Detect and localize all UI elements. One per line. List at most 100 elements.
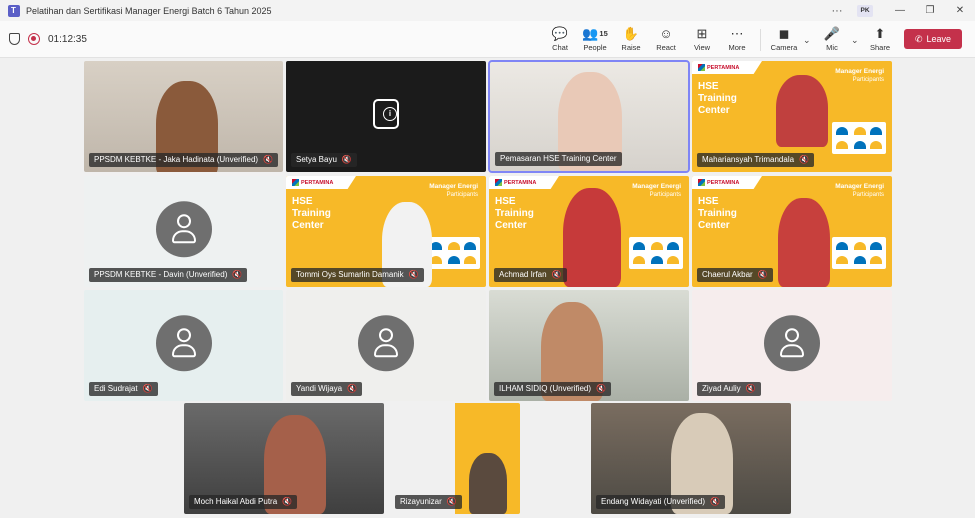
mic-off-icon: 🔇 xyxy=(347,384,358,393)
minimize-button[interactable]: — xyxy=(885,0,915,21)
participant-name-tag: Yandi Wijaya 🔇 xyxy=(291,382,363,396)
participant-name-tag: Moch Haikal Abdi Putra 🔇 xyxy=(189,495,298,509)
brand-illustration xyxy=(629,237,683,269)
participant-tile[interactable]: Moch Haikal Abdi Putra 🔇 xyxy=(184,403,384,514)
mic-off-icon: 🔇 xyxy=(799,155,810,164)
avatar-icon xyxy=(155,200,212,257)
mic-label: Mic xyxy=(826,43,838,52)
participant-name: Mahariansyah Trimandala xyxy=(702,155,795,164)
participant-video xyxy=(778,198,830,287)
camera-options-chevron-icon[interactable]: ⌄ xyxy=(803,35,811,46)
more-button[interactable]: ⋯ More xyxy=(717,26,757,56)
brand-illustration xyxy=(832,237,886,269)
shield-icon[interactable] xyxy=(9,33,20,45)
mic-off-icon: 🔇 xyxy=(232,270,243,279)
recording-icon xyxy=(28,33,40,45)
participant-name-tag: Endang Widayati (Unverified) 🔇 xyxy=(596,495,726,509)
brand-corner-text: Manager Energi Participants xyxy=(835,183,884,198)
participant-name-tag: Achmad Irfan 🔇 xyxy=(494,268,567,282)
participant-name: Ziyad Auliy xyxy=(702,384,741,393)
mic-off-icon: 🔇 xyxy=(282,497,293,506)
close-button[interactable]: ✕ xyxy=(945,0,975,21)
pertamina-logo: PERTAMINA xyxy=(698,179,739,186)
window-more-button[interactable]: ··· xyxy=(823,5,851,17)
chat-button[interactable]: 💬 Chat xyxy=(540,26,580,56)
brand-title: HSE Training Center xyxy=(698,81,737,116)
mic-off-icon: 🔇 xyxy=(551,270,562,279)
brand-illustration xyxy=(426,237,480,269)
raise-label: Raise xyxy=(621,43,641,52)
participant-name: PPSDM KEBTKE - Jaka Hadinata (Unverified… xyxy=(94,155,259,164)
participant-tile[interactable]: Endang Widayati (Unverified) 🔇 xyxy=(591,403,791,514)
participant-tile[interactable]: PERTAMINA Manager Energi Participants HSE… xyxy=(286,176,486,287)
smile-icon: ☺ xyxy=(659,26,673,41)
mic-off-icon: 🔇 xyxy=(446,497,457,506)
participant-name-tag: Setya Bayu 🔇 xyxy=(291,153,357,167)
user-avatar[interactable]: PK xyxy=(857,4,873,17)
participant-tile[interactable]: Pemasaran HSE Training Center xyxy=(488,60,690,173)
participant-tile[interactable]: Ziyad Auliy 🔇 xyxy=(692,290,892,401)
participant-video xyxy=(776,75,828,147)
people-count: 15 xyxy=(599,29,608,38)
chat-icon: 💬 xyxy=(551,26,569,41)
mic-off-icon: 🔇 xyxy=(408,270,419,279)
participant-name: Rizayunizar xyxy=(400,497,442,506)
title-bar: Pelatihan dan Sertifikasi Manager Energi… xyxy=(0,0,975,21)
pertamina-logo: PERTAMINA xyxy=(698,64,739,71)
mic-options-chevron-icon[interactable]: ⌄ xyxy=(851,35,859,46)
participant-tile[interactable]: PERTAMINA Manager Energi Participants HSE… xyxy=(489,176,689,287)
avatar-icon xyxy=(764,314,820,371)
participant-name: Yandi Wijaya xyxy=(296,384,343,393)
participant-tile[interactable]: Yandi Wijaya 🔇 xyxy=(286,290,486,401)
participant-name-tag: Ziyad Auliy 🔇 xyxy=(697,382,761,396)
react-button[interactable]: ☺ React xyxy=(646,26,686,56)
avatar-icon xyxy=(155,314,212,371)
mic-off-icon: 🔇 xyxy=(757,270,768,279)
video-icon: ◼ xyxy=(778,26,790,41)
teams-logo-icon xyxy=(8,4,20,17)
participant-name: Achmad Irfan xyxy=(499,270,547,279)
people-label: People xyxy=(583,43,607,52)
participant-tile[interactable]: Rizayunizar 🔇 xyxy=(390,403,520,514)
participant-tile[interactable]: Edi Sudrajat 🔇 xyxy=(84,290,283,401)
brand-corner-text: Manager Energi Participants xyxy=(632,183,681,198)
video-stage: PPSDM KEBTKE - Jaka Hadinata (Unverified… xyxy=(0,58,975,518)
pertamina-logo: PERTAMINA xyxy=(495,179,536,186)
participant-name: Moch Haikal Abdi Putra xyxy=(194,497,278,506)
participant-tile[interactable]: Setya Bayu 🔇 xyxy=(286,61,486,172)
pertamina-logo: PERTAMINA xyxy=(292,179,333,186)
participant-name: PPSDM KEBTKE - Davin (Unverified) xyxy=(94,270,228,279)
participant-name-tag: Edi Sudrajat 🔇 xyxy=(89,382,158,396)
maximize-button[interactable]: ❐ xyxy=(915,0,945,21)
participant-name: Tommi Oys Sumarlin Damanik xyxy=(296,270,404,279)
participant-name-tag: Chaerul Akbar 🔇 xyxy=(697,268,773,282)
leave-button[interactable]: ✆ Leave xyxy=(904,29,962,49)
participant-tile[interactable]: ILHAM SIDIQ (Unverified) 🔇 xyxy=(489,290,689,401)
view-button[interactable]: ⊞ View xyxy=(682,26,722,56)
share-button[interactable]: ⬆ Share xyxy=(860,26,900,56)
window-title: Pelatihan dan Sertifikasi Manager Energi… xyxy=(26,5,272,16)
brand-title: HSE Training Center xyxy=(495,196,534,231)
raise-hand-button[interactable]: ✋ Raise xyxy=(611,26,651,56)
participant-name-tag: Pemasaran HSE Training Center xyxy=(495,152,622,166)
brand-corner-text: Manager Energi Participants xyxy=(429,183,478,198)
people-button[interactable]: 👥15 People xyxy=(575,26,615,56)
mic-off-icon: 🔇 xyxy=(596,384,606,393)
participant-tile[interactable]: PPSDM KEBTKE - Jaka Hadinata (Unverified… xyxy=(84,61,283,172)
participant-tile[interactable]: PERTAMINA Manager Energi Participants HSE… xyxy=(692,176,892,287)
participant-name-tag: Tommi Oys Sumarlin Damanik 🔇 xyxy=(291,268,424,282)
ellipsis-icon: ⋯ xyxy=(730,26,744,41)
mic-button[interactable]: 🎤 Mic xyxy=(812,26,852,56)
camera-button[interactable]: ◼ Camera xyxy=(764,26,804,56)
camera-label: Camera xyxy=(770,43,798,52)
mic-off-icon: 🎤 xyxy=(823,26,841,41)
mic-off-icon: 🔇 xyxy=(745,384,756,393)
participant-tile[interactable]: PPSDM KEBTKE - Davin (Unverified) 🔇 xyxy=(84,176,283,287)
participant-tile[interactable]: PERTAMINA Manager Energi Participants HSE… xyxy=(692,61,892,172)
brand-title: HSE Training Center xyxy=(292,196,331,231)
meeting-toolbar: 01:12:35 💬 Chat 👥15 People ✋ Raise ☺ Rea… xyxy=(0,21,975,58)
people-icon: 👥 xyxy=(582,26,599,41)
mic-off-icon: 🔇 xyxy=(263,155,274,164)
participant-name-tag: PPSDM KEBTKE - Davin (Unverified) 🔇 xyxy=(89,268,248,282)
view-label: View xyxy=(693,43,711,52)
